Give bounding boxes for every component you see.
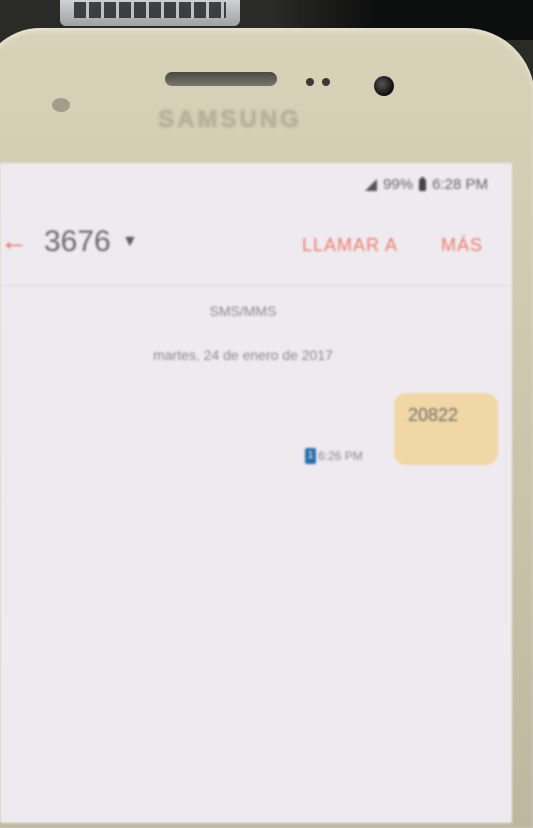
divider [0, 285, 512, 286]
laptop-keyboard [60, 0, 240, 26]
call-button[interactable]: LLAMAR A [302, 235, 398, 256]
status-time: 6:28 PM [432, 176, 488, 193]
thread-type-label: SMS/MMS [209, 303, 277, 319]
message-text: 20822 [408, 405, 459, 425]
status-bar: 99% 6:28 PM [0, 163, 512, 203]
back-arrow-icon[interactable]: ← [0, 225, 28, 257]
message-bubble[interactable]: 20822 [394, 393, 498, 465]
battery-percent: 99% [383, 176, 414, 193]
sensor-icon [52, 98, 70, 112]
light-sensor [322, 78, 330, 86]
caret-down-icon[interactable]: ▼ [122, 233, 138, 251]
app-bar: ← 3676 ▼ LLAMAR A MÁS [0, 205, 512, 277]
date-header: martes, 24 de enero de 2017 [153, 347, 333, 363]
front-camera-icon [374, 76, 394, 96]
battery-icon [419, 176, 427, 191]
more-button[interactable]: MÁS [441, 235, 483, 256]
sim-card-icon: 1 [305, 448, 316, 464]
brand-logo: SAMSUNG [158, 106, 302, 133]
proximity-sensor [306, 78, 314, 86]
contact-name[interactable]: 3676 [44, 225, 111, 259]
message-time: 6:26 PM [318, 449, 363, 463]
earpiece-speaker [165, 72, 277, 86]
phone-screen: 99% 6:28 PM ← 3676 ▼ LLAMAR A MÁS SMS/MM… [0, 163, 512, 823]
signal-icon [365, 178, 378, 191]
